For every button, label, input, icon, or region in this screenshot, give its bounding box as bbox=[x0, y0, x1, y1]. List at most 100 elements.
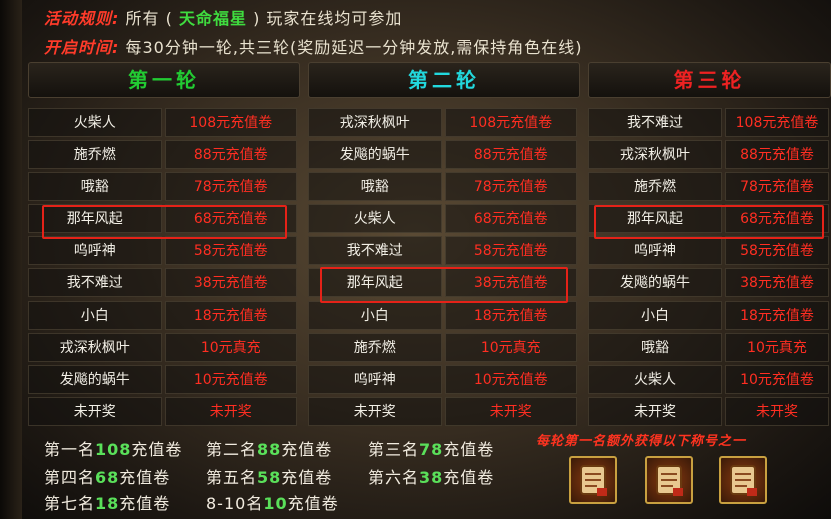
player-name-cell: 我不难过 bbox=[28, 268, 162, 298]
prize-cell: 10元充值卷 bbox=[725, 364, 829, 394]
prize-cell: 88元充值卷 bbox=[164, 140, 297, 170]
player-name-cell: 哦豁 bbox=[308, 172, 442, 202]
rank-unit: 充值卷 bbox=[443, 440, 495, 459]
prize-cell: 108元充值卷 bbox=[164, 108, 297, 137]
player-name-cell: 呜呼神 bbox=[308, 364, 442, 394]
rank-label: 第五名 bbox=[206, 468, 258, 487]
table-row: 呜呼神 10元充值卷 bbox=[308, 364, 580, 394]
prize-cell: 18元充值卷 bbox=[164, 300, 297, 330]
rank-amount: 10 bbox=[263, 494, 288, 513]
table-row: 哦豁 78元充值卷 bbox=[28, 172, 300, 202]
player-name-cell: 施乔燃 bbox=[588, 172, 722, 202]
player-name-cell: 发飚的蜗牛 bbox=[308, 140, 442, 170]
prize-cell: 88元充值卷 bbox=[725, 140, 829, 170]
player-name-cell: 哦豁 bbox=[588, 332, 722, 362]
rank-reward-item: 第七名18充值卷 bbox=[44, 490, 170, 514]
round-title: 第二轮 bbox=[308, 62, 580, 98]
table-row: 未开奖 未开奖 bbox=[308, 396, 580, 426]
schedule-text: 每30分钟一轮,共三轮(奖励延迟一分钟发放,需保持角色在线) bbox=[125, 38, 583, 57]
player-name-cell: 我不难过 bbox=[308, 236, 442, 266]
rules-panel: 活动规则: 所有 ( 天命福星 ) 玩家在线均可参加 开启时间: 每30分钟一轮… bbox=[0, 0, 831, 62]
table-row: 未开奖 未开奖 bbox=[28, 396, 300, 426]
table-row: 火柴人 68元充值卷 bbox=[308, 204, 580, 234]
prize-cell: 18元充值卷 bbox=[725, 300, 829, 330]
prize-cell: 58元充值卷 bbox=[725, 236, 829, 266]
rank-label: 第六名 bbox=[368, 468, 420, 487]
table-row: 哦豁 78元充值卷 bbox=[308, 172, 580, 202]
table-row: 发飚的蜗牛 10元充值卷 bbox=[28, 364, 300, 394]
rank-label: 8-10名 bbox=[206, 494, 264, 513]
rank-amount: 58 bbox=[257, 468, 282, 487]
player-name-cell: 发飚的蜗牛 bbox=[588, 268, 722, 298]
prize-cell: 58元充值卷 bbox=[444, 236, 577, 266]
rank-unit: 充值卷 bbox=[131, 440, 183, 459]
player-name-cell: 戎深秋枫叶 bbox=[588, 140, 722, 170]
table-row: 戎深秋枫叶 10元真充 bbox=[28, 332, 300, 362]
rank-label: 第三名 bbox=[368, 440, 420, 459]
title-reward-note: 每轮第一名额外获得以下称号之一 bbox=[536, 434, 747, 449]
rank-label: 第四名 bbox=[44, 468, 96, 487]
round-title: 第一轮 bbox=[28, 62, 300, 98]
rank-unit: 充值卷 bbox=[119, 494, 171, 513]
player-name-cell: 我不难过 bbox=[588, 108, 722, 137]
prize-cell: 68元充值卷 bbox=[444, 204, 577, 234]
table-row: 戎深秋枫叶 88元充值卷 bbox=[588, 140, 831, 170]
prize-cell: 58元充值卷 bbox=[164, 236, 297, 266]
table-row: 小白 18元充值卷 bbox=[28, 300, 300, 330]
rule-paren-open: ( bbox=[165, 9, 173, 28]
rank-unit: 充值卷 bbox=[281, 440, 333, 459]
left-frame-ornament bbox=[0, 0, 22, 519]
table-row: 施乔燃 88元充值卷 bbox=[28, 140, 300, 170]
round-panel-3: 第三轮 我不难过 108元充值卷 戎深秋枫叶 88元充值卷 施乔燃 78元充值卷 那年风起 6… bbox=[588, 62, 831, 429]
player-name-cell: 火柴人 bbox=[588, 364, 722, 394]
scroll-icon[interactable] bbox=[719, 456, 767, 504]
rank-amount: 88 bbox=[257, 440, 282, 459]
player-name-cell: 火柴人 bbox=[28, 108, 162, 137]
table-row: 发飚的蜗牛 88元充值卷 bbox=[308, 140, 580, 170]
rule-line-participants: 活动规则: 所有 ( 天命福星 ) 玩家在线均可参加 bbox=[44, 5, 402, 29]
rank-reward-item: 第二名88充值卷 bbox=[206, 436, 332, 460]
round-panel-2: 第二轮 戎深秋枫叶 108元充值卷 发飚的蜗牛 88元充值卷 哦豁 78元充值卷 火柴人 68… bbox=[308, 62, 580, 429]
rank-reward-item: 第六名38充值卷 bbox=[368, 464, 494, 488]
rule-paren-close: ) bbox=[253, 9, 261, 28]
scroll-icon[interactable] bbox=[569, 456, 617, 504]
table-row: 未开奖 未开奖 bbox=[588, 396, 831, 426]
table-row: 小白 18元充值卷 bbox=[588, 300, 831, 330]
player-name-cell: 戎深秋枫叶 bbox=[28, 332, 162, 362]
rank-label: 第一名 bbox=[44, 440, 96, 459]
table-row: 我不难过 38元充值卷 bbox=[28, 268, 300, 298]
prize-cell: 10元真充 bbox=[444, 332, 577, 362]
scroll-icon[interactable] bbox=[645, 456, 693, 504]
player-name-cell: 呜呼神 bbox=[28, 236, 162, 266]
table-row: 我不难过 58元充值卷 bbox=[308, 236, 580, 266]
rank-reward-item: 8-10名10充值卷 bbox=[206, 490, 339, 514]
player-name-cell: 未开奖 bbox=[28, 396, 162, 426]
rank-amount: 78 bbox=[419, 440, 444, 459]
rank-unit: 充值卷 bbox=[119, 468, 171, 487]
player-name-cell: 施乔燃 bbox=[28, 140, 162, 170]
rank-reward-item: 第三名78充值卷 bbox=[368, 436, 494, 460]
prize-cell: 10元充值卷 bbox=[164, 364, 297, 394]
rank-unit: 充值卷 bbox=[443, 468, 495, 487]
prize-cell: 88元充值卷 bbox=[444, 140, 577, 170]
rank-amount: 18 bbox=[95, 494, 120, 513]
rank-reward-item: 第四名68充值卷 bbox=[44, 464, 170, 488]
highlight-box-round3 bbox=[594, 205, 824, 239]
prize-cell: 未开奖 bbox=[725, 396, 829, 426]
rule-line-schedule: 开启时间: 每30分钟一轮,共三轮(奖励延迟一分钟发放,需保持角色在线) bbox=[44, 34, 583, 58]
prize-cell: 78元充值卷 bbox=[164, 172, 297, 202]
highlight-box-round1 bbox=[42, 205, 287, 239]
rank-label: 第二名 bbox=[206, 440, 258, 459]
round-table: 我不难过 108元充值卷 戎深秋枫叶 88元充值卷 施乔燃 78元充值卷 那年风起 68元充值… bbox=[588, 108, 831, 426]
prize-cell: 38元充值卷 bbox=[164, 268, 297, 298]
table-row: 火柴人 10元充值卷 bbox=[588, 364, 831, 394]
rank-reward-item: 第一名108充值卷 bbox=[44, 436, 182, 460]
rank-amount: 68 bbox=[95, 468, 120, 487]
table-row: 呜呼神 58元充值卷 bbox=[28, 236, 300, 266]
prize-cell: 10元真充 bbox=[164, 332, 297, 362]
rank-unit: 充值卷 bbox=[281, 468, 333, 487]
rule-label: 活动规则: bbox=[44, 9, 120, 28]
prize-cell: 78元充值卷 bbox=[444, 172, 577, 202]
rank-amount: 38 bbox=[419, 468, 444, 487]
player-name-cell: 未开奖 bbox=[588, 396, 722, 426]
